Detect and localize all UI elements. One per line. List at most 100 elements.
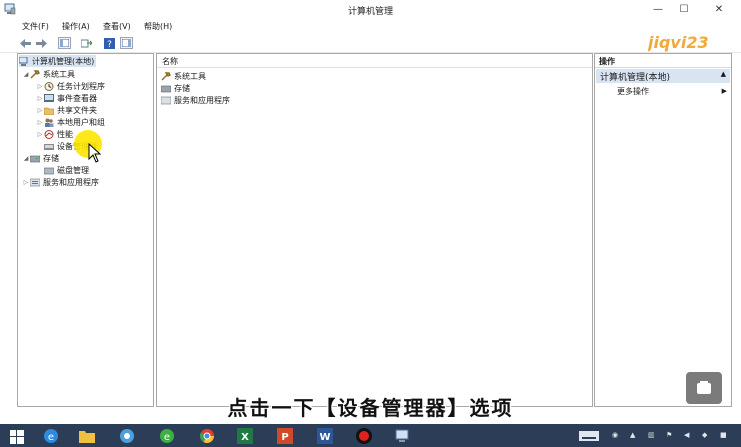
tree-root-label: 计算机管理(本地) xyxy=(32,56,95,66)
expanded-arrow-icon[interactable]: ◢ xyxy=(22,71,30,78)
column-header-label: 名称 xyxy=(162,57,178,66)
collapsed-arrow-icon[interactable]: ▷ xyxy=(36,119,44,126)
tree-label: 本地用户和组 xyxy=(57,117,105,127)
collapsed-arrow-icon[interactable]: ▷ xyxy=(36,107,44,114)
tree-item-shared-folders[interactable]: ▷ 共享文件夹 xyxy=(36,104,97,116)
tray-icon-shield[interactable]: ▲ xyxy=(630,431,635,439)
tray-icon-app[interactable]: ◆ xyxy=(702,431,707,439)
app-icon[interactable] xyxy=(118,427,136,444)
title-bar: 计算机管理 — ☐ ✕ xyxy=(0,0,741,19)
tree-item-task-scheduler[interactable]: ▷ 任务计划程序 xyxy=(36,80,105,92)
file-explorer-icon[interactable] xyxy=(78,427,96,444)
tree-root[interactable]: 计算机管理(本地) xyxy=(19,55,97,67)
tree-label: 系统工具 xyxy=(43,69,75,79)
svg-text:P: P xyxy=(281,432,288,443)
tree-label: 事件查看器 xyxy=(57,93,97,103)
tools-icon xyxy=(161,71,171,80)
svg-text:?: ? xyxy=(107,40,112,49)
window-title: 计算机管理 xyxy=(347,7,393,17)
users-icon xyxy=(45,118,54,127)
menu-action[interactable]: 操作(A) xyxy=(62,21,90,32)
tree-item-services-apps[interactable]: ▷ 服务和应用程序 xyxy=(22,176,99,188)
maximize-button[interactable]: ☐ xyxy=(671,0,697,19)
excel-icon[interactable]: X xyxy=(236,427,254,444)
ie-icon[interactable]: e xyxy=(42,427,60,444)
content-item-label: 系统工具 xyxy=(174,71,206,81)
record-icon[interactable] xyxy=(355,427,373,444)
tray-icon-flag[interactable]: ⚑ xyxy=(666,431,672,439)
toolbar: ? xyxy=(0,34,741,53)
show-action-pane-icon[interactable] xyxy=(120,37,133,49)
actions-selected-item[interactable]: 计算机管理(本地) ▲ xyxy=(596,69,730,83)
actions-header-label: 操作 xyxy=(599,57,615,66)
content-item-services-apps[interactable]: 服务和应用程序 xyxy=(161,94,230,106)
close-button[interactable]: ✕ xyxy=(697,0,741,19)
computer-management-task-icon[interactable] xyxy=(394,427,412,444)
storage-icon xyxy=(30,155,40,162)
tray-icon-volume[interactable]: ◀ xyxy=(684,431,689,439)
actions-selected-label: 计算机管理(本地) xyxy=(600,73,671,83)
svg-text:e: e xyxy=(164,432,170,443)
storage-icon xyxy=(161,85,171,92)
tray-icon-input[interactable]: ■ xyxy=(720,431,727,439)
content-item-storage[interactable]: 存储 xyxy=(161,82,190,94)
tree-label: 任务计划程序 xyxy=(57,81,105,91)
back-arrow-icon[interactable] xyxy=(19,37,32,49)
event-viewer-icon xyxy=(44,93,54,102)
content-item-system-tools[interactable]: 系统工具 xyxy=(161,70,206,82)
more-actions-label: 更多操作 xyxy=(617,86,649,96)
tree-item-disk-management[interactable]: 磁盘管理 xyxy=(36,164,89,176)
tree-item-event-viewer[interactable]: ▷ 事件查看器 xyxy=(36,92,97,104)
content-item-label: 存储 xyxy=(174,83,190,93)
tree-label: 存储 xyxy=(43,153,59,163)
help-icon[interactable]: ? xyxy=(103,37,116,49)
show-tree-icon[interactable] xyxy=(58,37,71,49)
column-header-name[interactable]: 名称 xyxy=(157,54,592,68)
powerpoint-icon[interactable]: P xyxy=(276,427,294,444)
submenu-arrow-icon: ▶ xyxy=(721,87,727,95)
clock-icon xyxy=(44,81,54,91)
expanded-arrow-icon[interactable]: ◢ xyxy=(22,155,30,162)
performance-icon xyxy=(44,129,54,139)
tray-icon-network[interactable]: ▥ xyxy=(648,431,655,439)
shared-folder-icon xyxy=(44,107,54,115)
tree-item-local-users[interactable]: ▷ 本地用户和组 xyxy=(36,116,105,128)
minimize-button[interactable]: — xyxy=(645,0,671,19)
edge-browser-icon[interactable]: e xyxy=(158,427,176,444)
tree-item-system-tools[interactable]: ◢ 系统工具 xyxy=(22,68,75,80)
svg-text:W: W xyxy=(319,432,330,443)
tree-item-storage[interactable]: ◢ 存储 xyxy=(22,152,59,164)
word-icon[interactable]: W xyxy=(316,427,334,444)
more-actions[interactable]: 更多操作 ▶ xyxy=(617,85,727,97)
svg-text:e: e xyxy=(48,432,54,443)
collapsed-arrow-icon[interactable]: ▷ xyxy=(36,95,44,102)
collapsed-arrow-icon[interactable]: ▷ xyxy=(36,83,44,90)
menu-help[interactable]: 帮助(H) xyxy=(144,21,172,32)
actions-header: 操作 xyxy=(595,54,731,68)
menu-view[interactable]: 查看(V) xyxy=(103,21,131,32)
tree-label: 磁盘管理 xyxy=(57,165,89,175)
collapsed-arrow-icon[interactable]: ▷ xyxy=(36,131,44,138)
collapsed-arrow-icon[interactable]: ▷ xyxy=(22,179,30,186)
chrome-icon[interactable] xyxy=(198,427,216,444)
export-list-icon[interactable] xyxy=(80,37,93,49)
services-icon xyxy=(161,96,171,104)
tree-item-performance[interactable]: ▷ 性能 xyxy=(36,128,73,140)
disk-icon xyxy=(44,167,54,174)
tree-label: 共享文件夹 xyxy=(57,105,97,115)
console-tree: 计算机管理(本地) ◢ 系统工具 ▷ 任务计划程序 ▷ 事件查看器 ▷ 共享文件… xyxy=(17,53,154,407)
forward-arrow-icon[interactable] xyxy=(35,37,48,49)
tree-label: 性能 xyxy=(57,129,73,139)
actions-pane: 操作 计算机管理(本地) ▲ 更多操作 ▶ xyxy=(594,53,732,407)
menu-bar: 文件(F) 操作(A) 查看(V) 帮助(H) xyxy=(0,19,741,34)
tray-icon-penguin[interactable]: ◉ xyxy=(612,431,618,439)
keyboard-icon[interactable] xyxy=(578,427,600,444)
mouse-cursor-icon xyxy=(88,143,102,163)
collapse-arrow-icon[interactable]: ▲ xyxy=(721,70,726,78)
services-icon xyxy=(30,178,40,186)
menu-file[interactable]: 文件(F) xyxy=(22,21,49,32)
svg-text:X: X xyxy=(241,432,249,443)
device-manager-icon xyxy=(44,143,54,150)
start-button-icon[interactable] xyxy=(8,428,26,445)
subtitle-caption: 点击一下【设备管理器】选项 xyxy=(227,396,514,420)
